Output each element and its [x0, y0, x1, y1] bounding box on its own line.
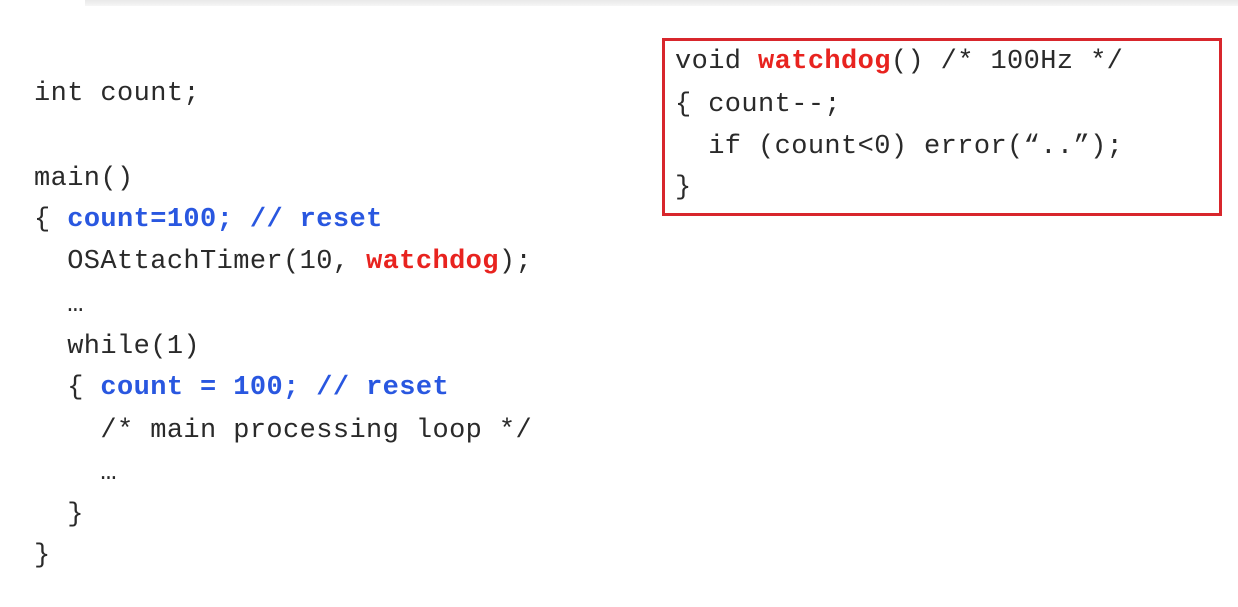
line-count-reset-2: { count = 100; // reset: [34, 372, 449, 404]
signature-suffix: () /* 100Hz */: [890, 47, 1124, 77]
void-keyword: void: [675, 47, 759, 77]
attach-call-suffix: );: [498, 247, 533, 277]
line-close-outer: }: [34, 541, 51, 571]
watchdog-close-line: }: [675, 173, 692, 203]
count-reset-statement: count=100; // reset: [67, 205, 383, 235]
line-attach-timer: OSAttachTimer(10, watchdog);: [34, 246, 532, 278]
line-close-inner: }: [34, 500, 84, 530]
watchdog-decrement-line: { count--;: [675, 90, 842, 120]
open-brace: {: [34, 205, 68, 235]
count-reset-statement-loop: count = 100; // reset: [100, 373, 450, 403]
line-count-reset-1: { count=100; // reset: [34, 204, 383, 236]
line-ellipsis-1: …: [34, 290, 84, 320]
watchdog-if-line: if (count<0) error(“..”);: [675, 132, 1124, 162]
line-loop-comment: /* main processing loop */: [34, 416, 533, 446]
top-strip: [85, 0, 1238, 6]
watchdog-function-name: watchdog: [758, 47, 891, 77]
line-main-signature: main(): [34, 164, 134, 194]
attach-call-prefix: OSAttachTimer(10,: [34, 247, 367, 277]
watchdog-reference: watchdog: [366, 247, 499, 277]
line-while: while(1): [34, 332, 201, 362]
watchdog-signature: void watchdog() /* 100Hz */: [675, 46, 1123, 78]
inner-open-brace: {: [34, 373, 101, 403]
line-decl: int count;: [34, 79, 201, 109]
line-ellipsis-2: …: [34, 458, 118, 488]
